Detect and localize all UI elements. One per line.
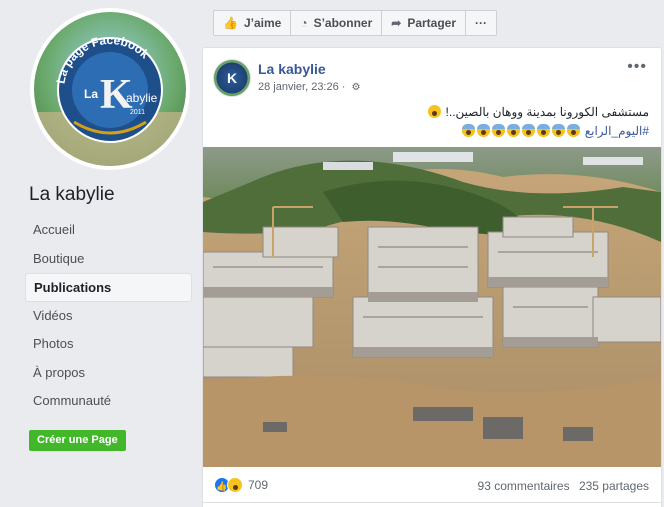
like-page-label: J’aime (243, 16, 282, 30)
scream-emoji-icon (567, 124, 581, 137)
nav-item-videos[interactable]: Vidéos (25, 302, 192, 331)
create-page-button[interactable]: Créer une Page (29, 430, 126, 451)
share-label: Partager (407, 16, 457, 30)
scream-emoji-icon (477, 124, 491, 137)
avatar-letter: K (226, 70, 238, 86)
nav-item-communaute[interactable]: Communauté (25, 387, 192, 416)
post-footer: 👍 709 93 commentaires 235 partages (203, 469, 661, 503)
post-timestamp[interactable]: 28 janvier, 23:26 (258, 81, 339, 93)
scream-emoji-icon (492, 124, 506, 137)
post-text: مستشفى الكورونا بمدينة ووهان بالصين..! #… (427, 103, 649, 141)
post-text-line1: مستشفى الكورونا بمدينة ووهان بالصين..! (427, 103, 649, 122)
share-button[interactable]: ➦ Partager (382, 11, 467, 35)
thumbs-up-icon: 👍 (223, 16, 238, 30)
engagement-counts: 93 commentaires 235 partages (472, 479, 649, 493)
wow-reaction-icon (227, 477, 243, 493)
page-logo: La page Facebook La K abylie 2011 (34, 33, 186, 166)
more-icon: ··· (475, 16, 488, 30)
post-meta-separator: · (341, 81, 349, 93)
logo-abylie: abylie (126, 91, 158, 105)
scream-emoji-icon (552, 124, 566, 137)
post-text-arabic: مستشفى الكورونا بمدينة ووهان بالصين..! (445, 105, 649, 119)
logo-la: La (84, 87, 98, 101)
scream-emoji-icon (462, 124, 476, 137)
post-author[interactable]: La kabylie (258, 61, 326, 77)
post-meta: 28 janvier, 23:26 · ⚙ (258, 81, 361, 93)
subscribe-button[interactable]: ◔ S’abonner (291, 11, 383, 35)
page-nav: Accueil Boutique Publications Vidéos Pho… (25, 216, 192, 416)
more-options-button[interactable]: ··· (466, 11, 496, 35)
scream-emoji-icon (507, 124, 521, 137)
page-action-bar: 👍 J’aime ◔ S’abonner ➦ Partager ··· (213, 10, 498, 36)
nav-item-publications[interactable]: Publications (25, 273, 192, 302)
shares-count[interactable]: 235 partages (579, 479, 649, 493)
nav-item-photos[interactable]: Photos (25, 330, 192, 359)
nav-item-accueil[interactable]: Accueil (25, 216, 192, 245)
audience-icon[interactable]: ⚙ (352, 82, 361, 93)
reactions-summary[interactable]: 👍 709 (214, 477, 268, 493)
scream-emoji-icon (522, 124, 536, 137)
like-page-button[interactable]: 👍 J’aime (214, 11, 292, 35)
construction-site-image (203, 147, 661, 467)
profile-picture[interactable]: La page Facebook La K abylie 2011 (30, 8, 190, 170)
post-avatar[interactable]: K (213, 59, 251, 97)
logo-year: 2011 (130, 109, 145, 116)
left-column: La page Facebook La K abylie 2011 La kab… (0, 0, 200, 507)
page-title: La kabylie (29, 184, 115, 205)
nav-item-apropos[interactable]: À propos (25, 359, 192, 388)
comments-count[interactable]: 93 commentaires (478, 479, 570, 493)
scream-emoji-icon (537, 124, 551, 137)
post-card: K La kabylie 28 janvier, 23:26 · ⚙ ••• م… (202, 47, 662, 507)
post-options-icon[interactable]: ••• (627, 58, 647, 76)
subscribe-label: S’abonner (313, 16, 373, 30)
astonished-emoji-icon (428, 105, 442, 118)
nav-item-boutique[interactable]: Boutique (25, 245, 192, 274)
share-icon: ➦ (391, 16, 402, 30)
post-text-line2: #اليوم_الرابع (427, 122, 649, 141)
hashtag-link[interactable]: #اليوم_الرابع (585, 124, 649, 138)
reaction-count[interactable]: 709 (248, 478, 268, 492)
post-photo[interactable] (203, 147, 661, 467)
rss-icon: ◔ (300, 16, 308, 30)
